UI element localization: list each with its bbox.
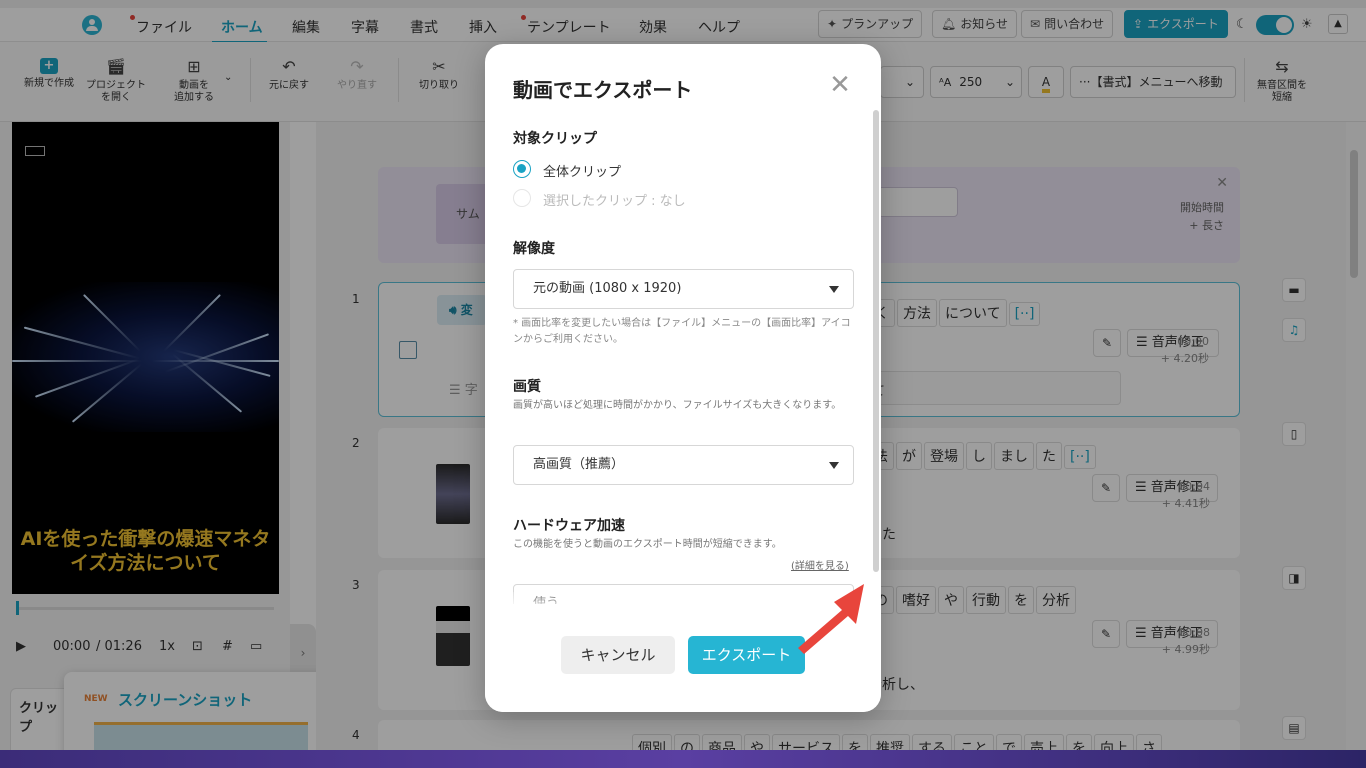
radio-selected-clips[interactable] — [513, 189, 531, 207]
hw-detail-link[interactable]: (詳細を見る) — [791, 557, 849, 572]
radio-selected-clips-label: 選択したクリップ : なし — [543, 194, 686, 209]
dialog-title: 動画でエクスポート — [513, 78, 693, 102]
resolution-note: * 画面比率を変更したい場合は【ファイル】メニューの【画面比率】アイコンからご利… — [513, 318, 851, 345]
resolution-value: 元の動画 (1080 x 1920) — [533, 281, 682, 296]
quality-select[interactable]: 高画質（推薦） — [513, 445, 854, 485]
quality-description: 画質が高いほど処理に時間がかかり、ファイルサイズも大きくなります。 — [513, 400, 842, 411]
desktop-background — [0, 750, 1366, 768]
radio-all-clips-label[interactable]: 全体クリップ — [543, 161, 621, 180]
target-clip-heading: 対象クリップ — [513, 131, 597, 147]
quality-value: 高画質（推薦） — [533, 457, 625, 472]
caret-down-icon — [829, 286, 839, 293]
resolution-heading: 解像度 — [513, 241, 555, 257]
quality-heading: 画質 — [513, 379, 541, 395]
dialog-scrollbar[interactable] — [873, 110, 879, 572]
radio-all-clips[interactable] — [513, 160, 531, 178]
caret-down-icon — [829, 462, 839, 469]
export-button[interactable]: エクスポート — [688, 636, 805, 674]
close-icon[interactable]: ✕ — [828, 72, 852, 98]
resolution-select[interactable]: 元の動画 (1080 x 1920) — [513, 269, 854, 309]
hw-accel-heading: ハードウェア加速 — [513, 518, 625, 534]
red-arrow-annotation — [798, 584, 864, 654]
cancel-button[interactable]: キャンセル — [561, 636, 675, 674]
hw-accel-description: この機能を使うと動画のエクスポート時間が短縮できます。 — [513, 539, 782, 550]
